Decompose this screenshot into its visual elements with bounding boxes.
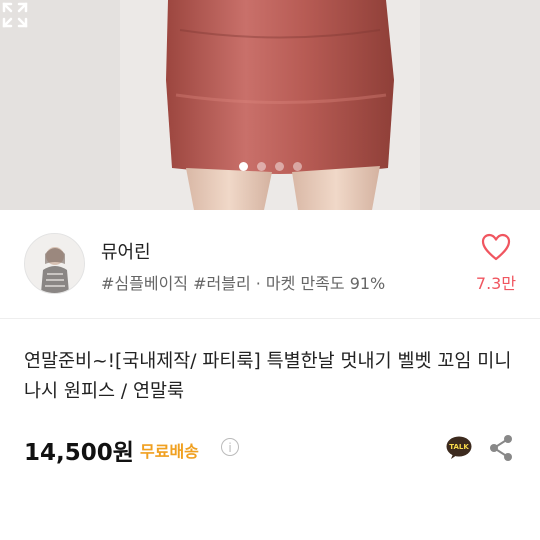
product-price: 14,500원 bbox=[24, 440, 134, 466]
seller-info[interactable]: 뮤어린 #심플베이직 #러블리 · 마켓 만족도 91% 7.3만 bbox=[0, 210, 540, 319]
avatar[interactable] bbox=[24, 233, 85, 294]
info-icon[interactable]: i bbox=[221, 438, 239, 456]
carousel-dot-3[interactable] bbox=[274, 162, 284, 171]
like-count: 7.3만 bbox=[475, 274, 517, 293]
product-title: 연말준비~![국내제작/ 파티룩] 특별한날 멋내기 벨벳 꼬임 미니 나시 원… bbox=[24, 351, 512, 402]
seller-name[interactable]: 뮤어린 bbox=[101, 238, 151, 264]
share-icon[interactable] bbox=[488, 434, 514, 462]
heart-icon[interactable] bbox=[480, 232, 512, 262]
seller-avatar-image bbox=[25, 234, 84, 293]
kakao-talk-icon[interactable]: TALK bbox=[446, 436, 472, 460]
expand-icon[interactable] bbox=[0, 0, 30, 30]
carousel-dots bbox=[0, 162, 540, 171]
free-shipping-label: 무료배송 bbox=[140, 442, 199, 461]
product-summary: 연말준비~![국내제작/ 파티룩] 특별한날 멋내기 벨벳 꼬임 미니 나시 원… bbox=[0, 319, 540, 537]
carousel-dot-4[interactable] bbox=[292, 162, 302, 171]
product-photo bbox=[0, 0, 540, 210]
like-button[interactable]: 7.3만 bbox=[466, 232, 526, 294]
carousel-dot-1[interactable] bbox=[238, 162, 248, 171]
carousel-dot-2[interactable] bbox=[256, 162, 266, 171]
talk-label: TALK bbox=[449, 443, 469, 451]
product-image-carousel[interactable] bbox=[0, 0, 540, 210]
seller-tags: #심플베이직 #러블리 · 마켓 만족도 91% bbox=[101, 274, 386, 293]
